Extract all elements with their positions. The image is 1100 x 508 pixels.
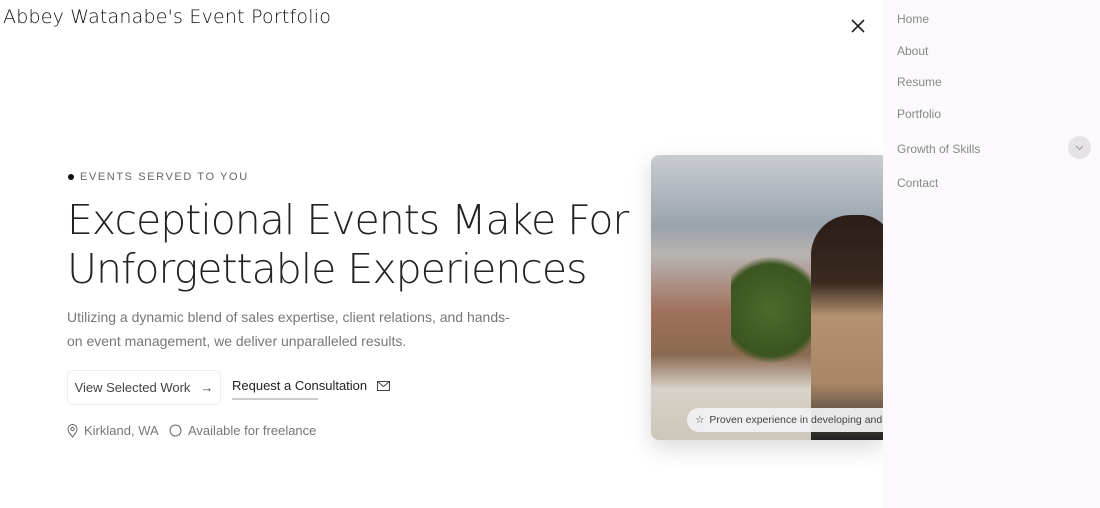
location-text: Kirkland, WA bbox=[84, 423, 159, 438]
nav-contact[interactable]: Contact bbox=[897, 176, 938, 190]
button-label: View Selected Work bbox=[74, 380, 191, 395]
expand-submenu-button[interactable] bbox=[1068, 136, 1091, 159]
chevron-down-icon bbox=[1075, 145, 1084, 150]
nav-about[interactable]: About bbox=[897, 44, 928, 58]
eyebrow: EVENTS SERVED TO YOU bbox=[68, 171, 249, 183]
side-nav: Home About Resume Portfolio Growth of Sk… bbox=[883, 0, 1100, 508]
photo-tree bbox=[731, 245, 811, 375]
site-title: Abbey Watanabe's Event Portfolio bbox=[3, 6, 332, 28]
map-pin-icon bbox=[67, 423, 78, 438]
heading-line-1: Exceptional Events Make For bbox=[67, 196, 629, 244]
dot-icon bbox=[68, 174, 74, 180]
circle-icon bbox=[169, 424, 182, 437]
underline bbox=[232, 398, 318, 400]
hero-photo: ☆ Proven experience in developing and ex bbox=[651, 155, 883, 440]
arrow-right-icon: → bbox=[200, 380, 214, 395]
photo-person bbox=[811, 215, 883, 440]
close-menu-icon[interactable] bbox=[848, 16, 868, 36]
nav-portfolio[interactable]: Portfolio bbox=[897, 107, 941, 121]
hero-heading: Exceptional Events Make For Unforgettable… bbox=[67, 196, 629, 294]
photo-badge: ☆ Proven experience in developing and ex bbox=[687, 408, 883, 432]
hero-lead: Utilizing a dynamic blend of sales exper… bbox=[67, 309, 510, 349]
heading-line-2: Unforgettable Experiences bbox=[67, 245, 587, 293]
request-consultation-link[interactable]: Request a Consultation bbox=[232, 378, 391, 400]
star-icon: ☆ bbox=[695, 414, 705, 426]
view-selected-work-button[interactable]: View Selected Work → bbox=[67, 370, 221, 405]
availability-text: Available for freelance bbox=[188, 423, 317, 438]
availability: Available for freelance bbox=[169, 423, 316, 438]
badge-text: Proven experience in developing and ex bbox=[709, 414, 883, 426]
nav-resume[interactable]: Resume bbox=[897, 75, 942, 89]
nav-growth-of-skills[interactable]: Growth of Skills bbox=[897, 142, 980, 156]
eyebrow-text: EVENTS SERVED TO YOU bbox=[80, 171, 249, 183]
location: Kirkland, WA bbox=[67, 423, 159, 438]
link-label: Request a Consultation bbox=[232, 378, 368, 393]
mail-icon bbox=[377, 380, 391, 391]
nav-home[interactable]: Home bbox=[897, 12, 929, 26]
